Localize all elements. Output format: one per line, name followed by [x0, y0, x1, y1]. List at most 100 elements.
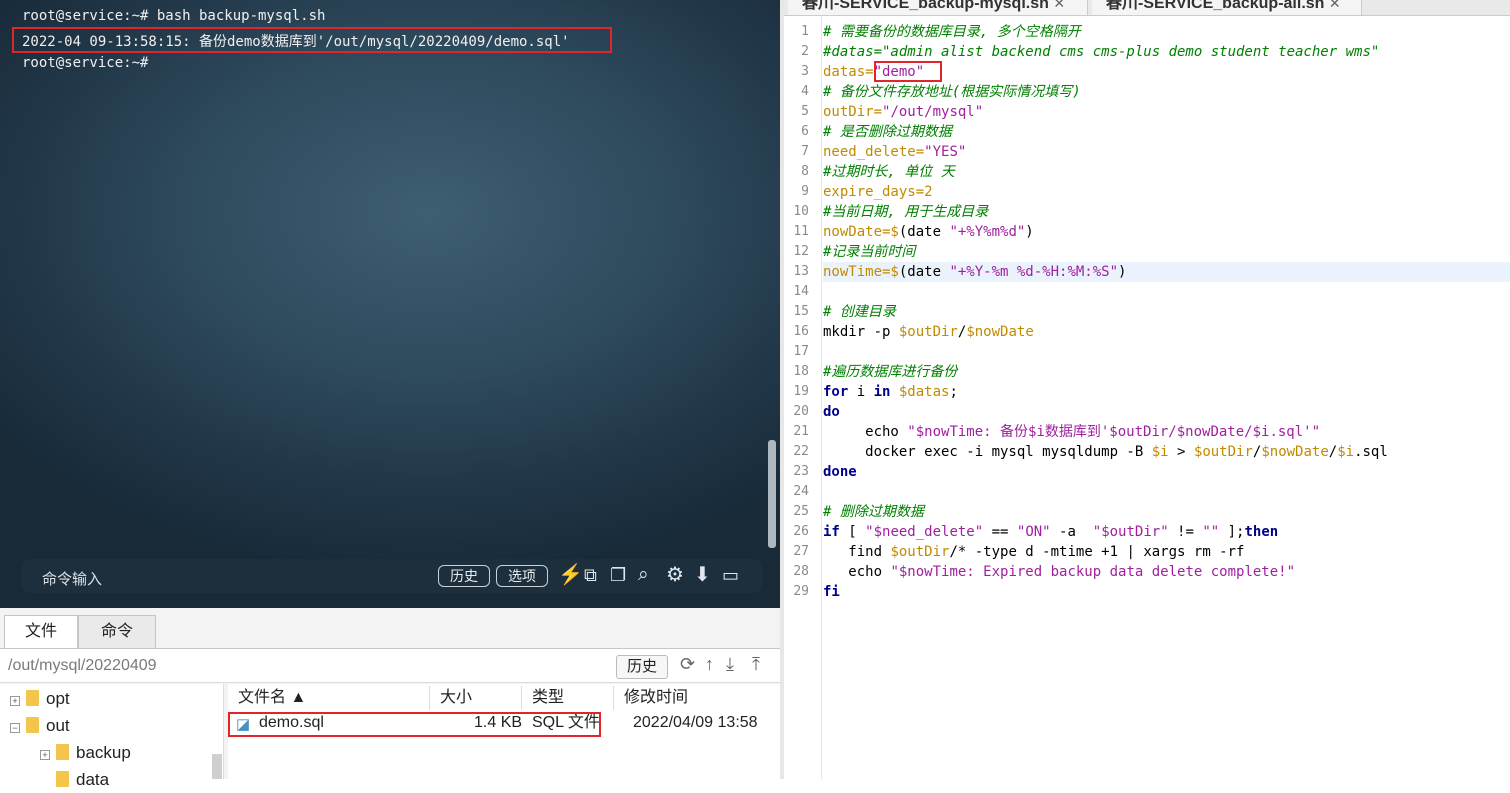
column-header-size[interactable]: 大小 [430, 686, 522, 710]
terminal-scrollbar[interactable] [768, 440, 776, 548]
code-line: # 备份文件存放地址(根据实际情况填写) [823, 84, 1081, 100]
line-number: 11 [793, 224, 809, 239]
expand-icon[interactable]: + [40, 750, 50, 760]
highlight-box-output [12, 27, 612, 53]
code-line: echo "$nowTime: Expired backup data dele… [823, 564, 1296, 580]
tab-files[interactable]: 文件 [4, 615, 78, 649]
line-number: 12 [793, 244, 809, 259]
code-line: # 是否删除过期数据 [823, 124, 952, 140]
path-history-button[interactable]: 历史 [616, 655, 668, 679]
code-line: fi [823, 584, 840, 600]
line-number: 27 [793, 544, 809, 559]
code-line: #过期时长, 单位 天 [823, 164, 955, 180]
tree-item-backup[interactable]: + backup [40, 740, 131, 766]
line-number: 9 [801, 184, 809, 199]
line-number: 20 [793, 404, 809, 419]
close-icon[interactable]: ✕ [1329, 0, 1341, 11]
file-manager-pane: 文件 命令 /out/mysql/20220409 历史 ⟳ ↑ ⤓ ⤒ + op… [0, 608, 780, 789]
upload-icon[interactable]: ⤒ [752, 654, 760, 675]
tree-item-opt[interactable]: + opt [10, 686, 70, 712]
code-line: for i in $datas; [823, 384, 958, 400]
editor-tab-bar: 春川-SERVICE_backup-mysql.sh ✕ 春川-SERVICE_… [784, 0, 1510, 16]
line-number: 13 [793, 264, 809, 279]
line-number: 4 [801, 84, 809, 99]
expand-icon[interactable]: + [10, 696, 20, 706]
code-line: #记录当前时间 [823, 244, 916, 260]
line-number: 16 [793, 324, 809, 339]
terminal-line-prompt: root@service:~# [22, 55, 149, 71]
line-number: 17 [793, 344, 809, 359]
history-button[interactable]: 历史 [438, 565, 490, 587]
column-header-type[interactable]: 类型 [522, 686, 614, 710]
code-line: docker exec -i mysql mysqldump -B $i > $… [823, 444, 1388, 460]
lightning-icon[interactable]: ⚡ [558, 563, 583, 587]
line-number: 26 [793, 524, 809, 539]
line-number: 7 [801, 144, 809, 159]
options-button[interactable]: 选项 [496, 565, 548, 587]
file-list: 文件名 ▲ 大小 类型 修改时间 ◪ demo.sql 1.4 KB SQL 文… [228, 684, 780, 779]
column-header-modified[interactable]: 修改时间 [614, 686, 774, 710]
window-icon[interactable]: ▭ [722, 563, 739, 587]
arrow-down-icon[interactable]: ⬇ [694, 563, 711, 587]
gear-icon[interactable]: ⚙ [666, 563, 684, 587]
download-icon[interactable]: ⤓ [726, 654, 734, 675]
code-line: mkdir -p $outDir/$nowDate [823, 324, 1034, 340]
code-line: # 创建目录 [823, 304, 896, 320]
code-editor[interactable]: 春川-SERVICE_backup-mysql.sh ✕ 春川-SERVICE_… [784, 0, 1510, 779]
folder-icon [56, 744, 69, 760]
tree-item-data[interactable]: data [56, 767, 109, 793]
code-line: echo "$nowTime: 备份$i数据库到'$outDir/$nowDat… [823, 424, 1321, 440]
close-icon[interactable]: ✕ [1053, 0, 1065, 11]
up-arrow-icon[interactable]: ↑ [705, 654, 714, 675]
paste-icon[interactable]: ❐ [610, 563, 626, 587]
terminal-line-command: root@service:~# bash backup-mysql.sh [22, 8, 326, 24]
terminal-pane[interactable]: root@service:~# bash backup-mysql.sh 202… [0, 0, 780, 608]
code-line: do [823, 404, 840, 420]
line-number: 14 [793, 284, 809, 299]
code-line: need_delete="YES" [823, 144, 967, 160]
path-bar: /out/mysql/20220409 历史 ⟳ ↑ ⤓ ⤒ [0, 648, 780, 683]
code-line: #当前日期, 用于生成目录 [823, 204, 989, 220]
line-number: 21 [793, 424, 809, 439]
tab-backup-all[interactable]: 春川-SERVICE_backup-all.sh ✕ [1092, 0, 1362, 15]
command-input-bar[interactable]: 命令输入 历史 选项 ⚡ ⧉ ❐ ⌕ ⚙ ⬇ ▭ [22, 559, 762, 593]
folder-icon [26, 690, 39, 706]
code-line: outDir="/out/mysql" [823, 104, 984, 120]
tab-backup-mysql[interactable]: 春川-SERVICE_backup-mysql.sh ✕ [788, 0, 1088, 15]
highlight-box-datas [874, 61, 942, 82]
code-line: find $outDir/* -type d -mtime +1 | xargs… [823, 544, 1245, 560]
refresh-icon[interactable]: ⟳ [680, 654, 695, 675]
collapse-icon[interactable]: − [10, 723, 20, 733]
line-number-gutter: 1 2 3 4 5 6 7 8 9 10 11 12 13 14 15 16 1… [784, 16, 822, 779]
tree-item-out[interactable]: − out [10, 713, 70, 739]
line-number: 23 [793, 464, 809, 479]
code-line: if [ "$need_delete" == "ON" -a "$outDir"… [823, 524, 1279, 540]
file-modified: 2022/04/09 13:58 [633, 714, 758, 731]
line-number: 24 [793, 484, 809, 499]
search-icon[interactable]: ⌕ [638, 563, 649, 587]
column-header-name[interactable]: 文件名 ▲ [228, 686, 430, 710]
line-number: 29 [793, 584, 809, 599]
line-number: 2 [801, 44, 809, 59]
code-line: nowDate=$(date "+%Y%m%d") [823, 224, 1034, 240]
code-line: #datas="admin alist backend cms cms-plus… [823, 44, 1380, 60]
line-number: 3 [801, 64, 809, 79]
line-number: 15 [793, 304, 809, 319]
line-number: 1 [801, 24, 809, 39]
copy-icon[interactable]: ⧉ [584, 563, 597, 587]
tab-commands[interactable]: 命令 [78, 615, 156, 648]
command-input-placeholder[interactable]: 命令输入 [42, 568, 102, 589]
folder-icon [56, 771, 69, 787]
highlight-box-file [228, 712, 601, 737]
line-number: 22 [793, 444, 809, 459]
tree-scrollbar[interactable] [212, 754, 222, 779]
line-number: 25 [793, 504, 809, 519]
line-number: 8 [801, 164, 809, 179]
current-path[interactable]: /out/mysql/20220409 [8, 657, 157, 675]
folder-icon [26, 717, 39, 733]
line-number: 18 [793, 364, 809, 379]
line-number: 19 [793, 384, 809, 399]
line-number: 28 [793, 564, 809, 579]
code-line: nowTime=$(date "+%Y-%m %d-%H:%M:%S") [823, 264, 1127, 280]
line-number: 5 [801, 104, 809, 119]
